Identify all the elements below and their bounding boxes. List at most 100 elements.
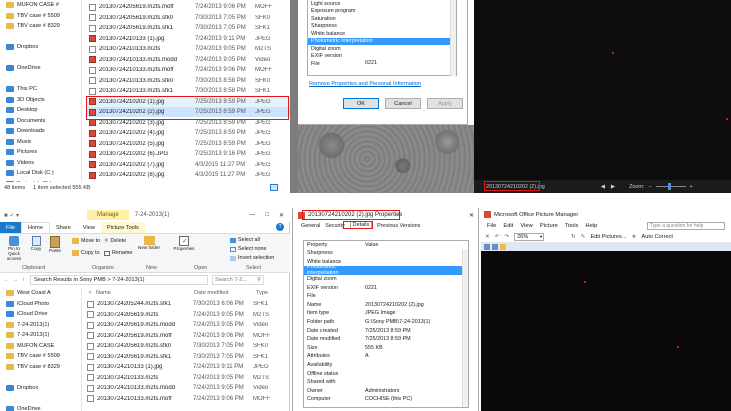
nav-item[interactable]: Videos <box>0 158 81 169</box>
detail-row[interactable]: Shared with <box>304 378 468 387</box>
file-row[interactable]: 20130724205619.m2ts.sfk0 7/30/2013 7:05 P… <box>84 341 290 351</box>
detail-row[interactable]: Date modified 7/25/2013 8:59 PM <box>304 335 468 344</box>
row-checkbox[interactable] <box>87 363 94 371</box>
select-none-button[interactable]: Select none <box>230 246 266 252</box>
file-row[interactable]: 20130724210133.m2ts 7/24/2013 9:05 PM M2TS <box>86 44 294 54</box>
file-row[interactable]: 20130724210133.m2ts.modd 7/24/2013 9:05 P… <box>84 383 290 393</box>
file-row[interactable]: 20130724210133.m2ts.moff 7/24/2013 9:06 P… <box>84 394 290 404</box>
nav-item[interactable] <box>0 74 81 85</box>
menu-edit[interactable]: Edit <box>503 223 513 229</box>
auto-correct-icon[interactable]: ★ <box>632 234 637 240</box>
prev-arrow-icon[interactable]: ◀ <box>601 184 605 190</box>
edit-pictures-icon[interactable]: ✎ <box>581 234 586 240</box>
property-row[interactable]: Digital zoom <box>308 45 456 53</box>
nav-item[interactable]: TBV case # 8329 <box>0 21 81 32</box>
undo-icon[interactable]: ↶ <box>495 234 500 240</box>
nav-item[interactable] <box>0 372 81 383</box>
filmstrip-view-icon[interactable] <box>492 243 498 250</box>
cancel-button[interactable]: Cancel <box>385 98 421 109</box>
menu-help[interactable]: Help <box>585 223 597 229</box>
row-checkbox[interactable] <box>87 321 94 329</box>
detail-row[interactable]: Owner Administrators <box>304 387 468 396</box>
detail-row[interactable]: Sharpness <box>304 249 468 258</box>
menu-tools[interactable]: Tools <box>565 223 579 229</box>
nav-item[interactable]: 3D Objects <box>0 95 81 106</box>
tab-file[interactable]: File <box>0 222 22 233</box>
tab-security[interactable]: Security <box>325 223 344 229</box>
file-row[interactable]: 20130724210133.m2ts.modd 7/24/2013 9:05 P… <box>86 55 294 65</box>
single-view-icon[interactable] <box>500 243 506 250</box>
file-row[interactable]: 20130724210133.m2ts.moff 7/24/2013 9:06 P… <box>86 65 294 75</box>
rename-button[interactable]: Rename <box>104 250 132 256</box>
detail-row[interactable]: Computer COCHISE (this PC) <box>304 395 468 404</box>
zoom-out-icon[interactable]: − <box>648 184 651 190</box>
nav-item[interactable]: Dropbox <box>0 42 81 53</box>
move-to-button[interactable]: Move to <box>72 238 100 244</box>
nav-item[interactable]: MUFON CASE <box>0 341 81 352</box>
detail-row[interactable]: Date created 7/25/2013 8:59 PM <box>304 326 468 335</box>
nav-item[interactable]: TBV case # 5509 <box>0 351 81 362</box>
detail-row[interactable]: File <box>304 292 468 301</box>
row-checkbox[interactable] <box>87 374 94 381</box>
properties-button[interactable]: ✓ Properties <box>170 236 198 251</box>
props-scrollbar[interactable] <box>450 0 456 76</box>
file-row[interactable]: 20130724205619.m2ts.moff 7/24/2013 9:06 P… <box>86 2 294 12</box>
nav-item[interactable]: OneDrive <box>0 63 81 74</box>
nav-item[interactable] <box>0 53 81 64</box>
edit-pictures-button[interactable]: Edit Pictures... <box>590 234 626 240</box>
nav-item[interactable] <box>0 393 81 404</box>
tab-share[interactable]: Share <box>50 222 77 233</box>
file-row[interactable]: 20130724205619.m2ts.moff 7/24/2013 9:06 P… <box>84 331 290 341</box>
row-checkbox[interactable] <box>87 353 94 360</box>
details-scrollbar[interactable] <box>462 249 468 407</box>
rotate-icon[interactable]: ↻ <box>571 234 576 240</box>
nav-item[interactable]: TBV case # 8329 <box>0 362 81 373</box>
property-row[interactable]: File <box>308 60 456 68</box>
nav-item[interactable]: Local Disk (C:) <box>0 168 81 179</box>
file-row[interactable]: 20130724210202 (8).jpg 4/3/2015 11:27 PM J… <box>86 170 294 180</box>
property-row[interactable]: Sharpness <box>308 23 456 31</box>
tab-picture-tools[interactable]: Picture Tools <box>100 222 145 233</box>
zoom-slider[interactable] <box>655 183 686 190</box>
back-arrow-icon[interactable]: ← <box>3 277 9 283</box>
nav-item[interactable]: Music <box>0 137 81 148</box>
menu-file[interactable]: File <box>487 223 496 229</box>
next-arrow-icon[interactable]: ▶ <box>611 184 615 190</box>
detail-row[interactable]: Photometric interpretation <box>304 264 468 276</box>
detail-row[interactable]: Item type JPEG Image <box>304 309 468 318</box>
file-row[interactable]: 20130724210202 (4).jpg 7/25/2013 8:59 PM J… <box>86 128 294 138</box>
col-date-header[interactable]: Date modified <box>194 290 256 296</box>
col-name-header[interactable]: Name <box>96 290 194 296</box>
nav-item[interactable]: iCloud Photo <box>0 299 81 310</box>
property-row[interactable]: Exposure program <box>308 8 456 16</box>
file-row[interactable]: 20130724205244.m2ts.sfk1 7/30/2013 6:06 P… <box>84 299 290 309</box>
copy-button[interactable]: Copy <box>28 236 44 251</box>
file-row[interactable]: 20130724205619.m2ts 7/24/2013 9:05 PM M2TS <box>84 310 290 320</box>
file-row[interactable]: 20130724205619.m2ts.modd 7/24/2013 9:05 P… <box>84 320 290 330</box>
file-row[interactable]: 20130724210202 (5).jpg 7/25/2013 8:59 PM J… <box>86 139 294 149</box>
nav-item[interactable]: 7-24-2013(1) <box>0 320 81 331</box>
nav-item[interactable]: Pictures <box>0 147 81 158</box>
help-question-box[interactable]: Type a question for help <box>647 222 725 230</box>
paste-button[interactable]: Paste <box>46 236 64 253</box>
file-row[interactable]: 20130724210133 (1).jpg 7/24/2013 9:11 PM J… <box>86 34 294 44</box>
forward-arrow-icon[interactable]: → <box>13 277 19 283</box>
property-row[interactable]: Photometric interpretation <box>308 37 456 45</box>
nav-item[interactable]: MUFON CASE # <box>0 0 81 11</box>
col-property-header[interactable]: Property <box>307 242 365 248</box>
row-checkbox[interactable] <box>87 311 94 318</box>
zoom-select[interactable]: 26% ▼ <box>514 232 545 241</box>
new-folder-button[interactable]: New folder <box>138 236 160 250</box>
tab-previous-versions[interactable]: Previous Versions <box>377 223 420 229</box>
nav-item[interactable]: 7-24-2013(1) <box>0 330 81 341</box>
detail-row[interactable]: Attributes A <box>304 352 468 361</box>
file-row[interactable]: 20130724205619.m2ts.sfk1 7/30/2013 7:05 P… <box>86 23 294 33</box>
auto-correct-button[interactable]: Auto Correct <box>642 234 673 240</box>
invert-selection-button[interactable]: Invert selection <box>230 255 274 261</box>
detail-row[interactable]: Offline status <box>304 369 468 378</box>
nav-item[interactable]: This PC <box>0 84 81 95</box>
detail-row[interactable]: Digital zoom <box>304 275 468 284</box>
details-view-icon[interactable] <box>270 184 278 191</box>
nav-item[interactable]: TBV case # 5509 <box>0 11 81 22</box>
tab-general[interactable]: General <box>301 223 320 229</box>
